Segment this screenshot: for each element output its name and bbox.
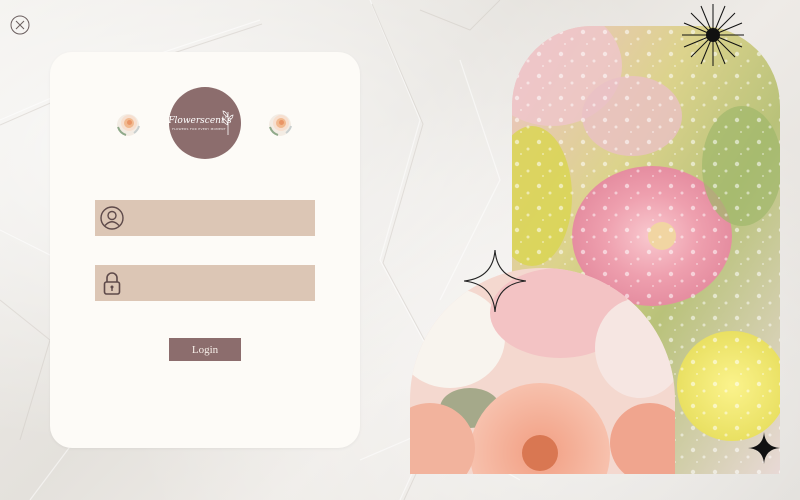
four-point-star-icon [748,432,780,464]
rose-icon [269,114,292,136]
close-circle-icon [10,15,30,35]
rose-icon [117,114,140,136]
login-button[interactable]: Login [169,338,241,361]
password-input[interactable] [125,265,315,301]
password-field [95,265,315,301]
lock-icon [99,270,125,296]
username-field [95,200,315,236]
close-button[interactable] [10,15,30,35]
sprig-icon [222,110,234,135]
username-input[interactable] [125,200,315,236]
starburst-icon [682,4,744,66]
user-circle-icon [99,205,125,231]
brand-logo: Flowerscent's FLOWERS FOR EVERY MOMENT [168,87,241,159]
brand-tagline: FLOWERS FOR EVERY MOMENT [172,126,226,131]
four-point-star-outline-icon [464,250,526,312]
